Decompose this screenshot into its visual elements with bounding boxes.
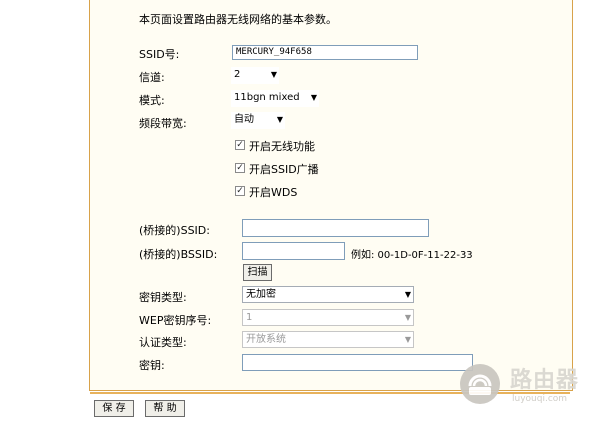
watermark-text: 路由器 — [510, 368, 580, 393]
channel-label: 信道: — [139, 71, 165, 84]
channel-select-value: 2 — [234, 69, 241, 80]
mode-select-value: 11bgn mixed — [234, 92, 300, 103]
save-button[interactable]: 保 存 — [94, 400, 134, 417]
router-logo-icon — [460, 364, 500, 404]
auth-type-label: 认证类型: — [139, 336, 187, 349]
bridge-ssid-label: (桥接的)SSID: — [139, 224, 210, 237]
watermark-url: luyouqi.com — [512, 394, 568, 404]
chevron-down-icon: ▼ — [404, 313, 411, 322]
chevron-down-icon: ▼ — [276, 115, 283, 124]
ssid-broadcast-checkbox[interactable]: ✓ — [235, 163, 245, 173]
auth-type-select[interactable]: 开放系统 ▼ — [242, 331, 414, 348]
ssid-input[interactable]: MERCURY_94F658 — [232, 45, 418, 60]
wep-index-select[interactable]: 1 ▼ — [242, 309, 414, 326]
bandwidth-label: 频段带宽: — [139, 117, 187, 130]
bridge-bssid-label: (桥接的)BSSID: — [139, 248, 218, 261]
bridge-ssid-input[interactable] — [242, 219, 429, 237]
check-icon: ✓ — [236, 140, 244, 150]
mode-select[interactable]: 11bgn mixed ▼ — [231, 90, 319, 107]
key-type-select-value: 无加密 — [246, 289, 276, 300]
mode-label: 模式: — [139, 94, 165, 107]
bridge-bssid-input[interactable] — [242, 242, 345, 260]
page-description: 本页面设置路由器无线网络的基本参数。 — [139, 13, 337, 26]
wds-enable-label: 开启WDS — [249, 186, 298, 199]
key-type-label: 密钥类型: — [139, 291, 187, 304]
key-type-select[interactable]: 无加密 ▼ — [242, 286, 414, 303]
wep-index-label: WEP密钥序号: — [139, 314, 212, 327]
check-icon: ✓ — [236, 186, 244, 196]
chevron-down-icon: ▼ — [404, 335, 411, 344]
bandwidth-select[interactable]: 自动 ▼ — [231, 112, 285, 129]
wireless-enable-checkbox[interactable]: ✓ — [235, 140, 245, 150]
ssid-broadcast-label: 开启SSID广播 — [249, 163, 319, 176]
chevron-down-icon: ▼ — [404, 290, 411, 299]
bssid-example-text: 例如: 00-1D-0F-11-22-33 — [351, 250, 473, 261]
wep-index-select-value: 1 — [246, 312, 253, 323]
chevron-down-icon: ▼ — [270, 70, 277, 79]
channel-select[interactable]: 2 ▼ — [231, 67, 279, 84]
wds-enable-checkbox[interactable]: ✓ — [235, 186, 245, 196]
bandwidth-select-value: 自动 — [234, 114, 254, 125]
key-label: 密钥: — [139, 359, 165, 372]
auth-type-select-value: 开放系统 — [246, 334, 286, 345]
chevron-down-icon: ▼ — [310, 93, 317, 102]
scan-button[interactable]: 扫描 — [243, 264, 272, 281]
ssid-label: SSID号: — [139, 48, 180, 61]
help-button[interactable]: 帮 助 — [145, 400, 185, 417]
check-icon: ✓ — [236, 163, 244, 173]
key-input[interactable] — [242, 354, 473, 371]
watermark-logo: 路由器 luyouqi.com — [458, 362, 598, 414]
wireless-enable-label: 开启无线功能 — [249, 140, 315, 153]
